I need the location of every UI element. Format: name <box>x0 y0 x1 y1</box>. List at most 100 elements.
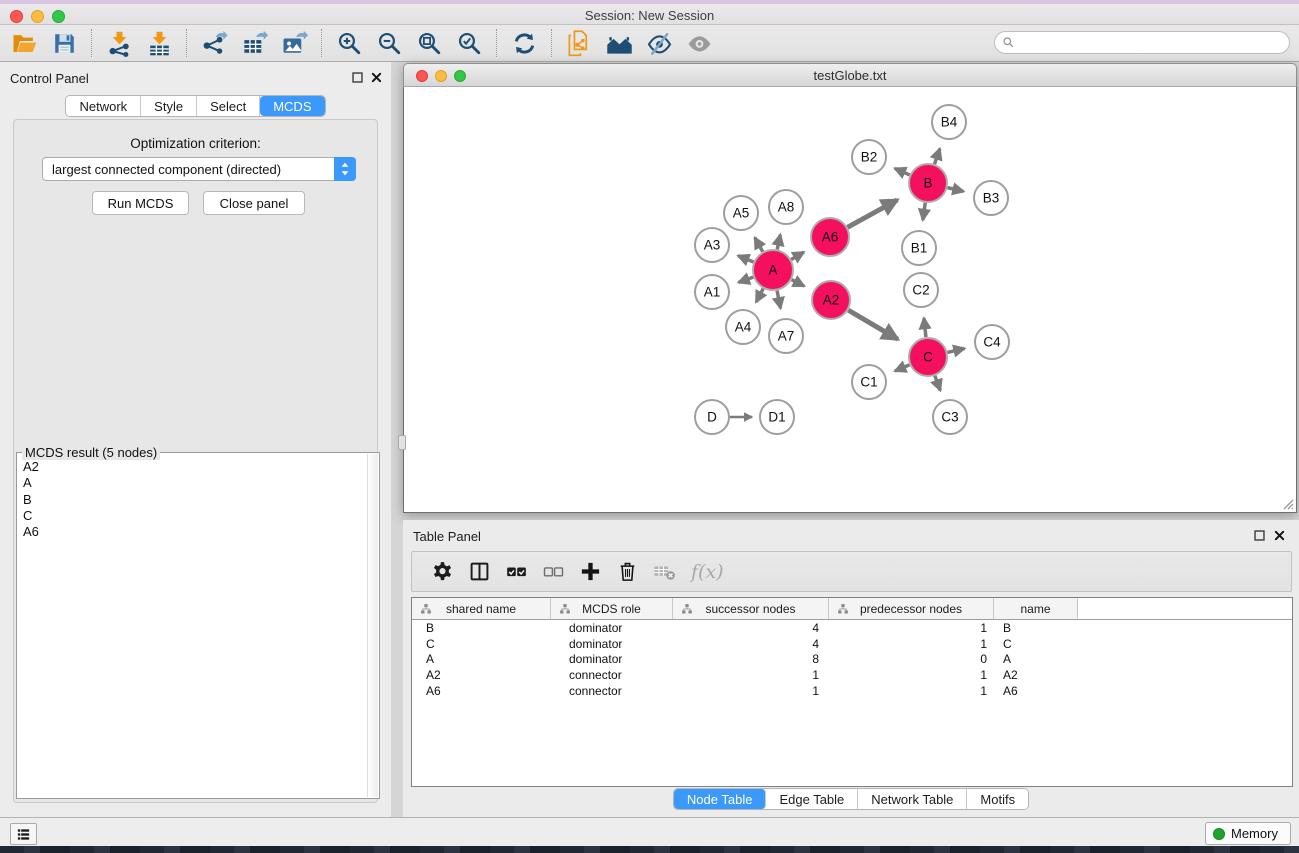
table-cell[interactable]: A2 <box>994 668 1078 682</box>
export-table-button[interactable] <box>234 26 274 60</box>
mcds-result-item[interactable]: A6 <box>19 524 366 540</box>
search-input[interactable] <box>1015 34 1289 52</box>
mcds-result-item[interactable]: B <box>19 492 366 508</box>
table-cell[interactable]: 1 <box>673 684 829 698</box>
tab-motifs[interactable]: Motifs <box>967 789 1028 809</box>
table-cell[interactable]: 1 <box>673 668 829 682</box>
close-table-panel-icon[interactable] <box>1273 529 1286 542</box>
table-cell[interactable]: A <box>994 652 1078 666</box>
columns-button[interactable] <box>461 555 498 589</box>
close-panel-icon[interactable] <box>370 71 383 84</box>
zoom-fit-button[interactable] <box>409 26 449 60</box>
edge-B-B4[interactable] <box>935 149 940 164</box>
table-cell[interactable]: A <box>412 652 551 666</box>
edge-A-A7[interactable] <box>777 291 780 309</box>
table-cell[interactable]: dominator <box>551 652 673 666</box>
table-cell[interactable]: 4 <box>673 621 829 635</box>
select-all-button[interactable] <box>498 555 535 589</box>
table-cell[interactable]: 4 <box>673 637 829 651</box>
tab-network-table[interactable]: Network Table <box>858 789 967 809</box>
table-row[interactable]: A2connector11A2 <box>412 667 1292 683</box>
edge-B-B2[interactable] <box>895 168 910 175</box>
memory-button[interactable]: Memory <box>1205 822 1291 845</box>
zoom-selected-button[interactable] <box>449 26 489 60</box>
edge-B-B3[interactable] <box>947 188 963 192</box>
add-column-button[interactable] <box>572 555 609 589</box>
network-document-button[interactable] <box>559 26 599 60</box>
network-window-titlebar[interactable]: testGlobe.txt <box>403 63 1297 87</box>
tab-network[interactable]: Network <box>66 96 141 116</box>
edge-A-A6[interactable] <box>791 252 804 259</box>
table-cell[interactable]: B <box>994 621 1078 635</box>
edge-A-A4[interactable] <box>756 289 763 302</box>
gear-button[interactable] <box>424 555 461 589</box>
open-folder-button[interactable] <box>4 26 44 60</box>
table-cell[interactable]: dominator <box>551 637 673 651</box>
table-cell[interactable]: 1 <box>829 621 994 635</box>
column-header-MCDS-role[interactable]: MCDS role <box>551 598 673 619</box>
table-cell[interactable]: 1 <box>829 684 994 698</box>
delete-column-button[interactable] <box>609 555 646 589</box>
table-row[interactable]: Bdominator41B <box>412 620 1292 636</box>
export-network-button[interactable] <box>194 26 234 60</box>
edge-C-C2[interactable] <box>924 318 926 337</box>
edge-A-A2[interactable] <box>792 280 805 286</box>
table-row[interactable]: A6connector11A6 <box>412 683 1292 699</box>
table-cell[interactable]: 1 <box>829 668 994 682</box>
panel-splitter-handle[interactable] <box>398 435 406 450</box>
edge-B-B1[interactable] <box>923 203 925 220</box>
table-cell[interactable]: 8 <box>673 652 829 666</box>
edge-C-C3[interactable] <box>935 376 940 391</box>
column-header-successor-nodes[interactable]: successor nodes <box>673 598 829 619</box>
window-resize-grip[interactable] <box>1280 496 1294 510</box>
column-header-shared-name[interactable]: shared name <box>412 598 551 619</box>
tab-mcds[interactable]: MCDS <box>260 96 324 116</box>
tab-style[interactable]: Style <box>141 96 197 116</box>
run-mcds-button[interactable]: Run MCDS <box>92 191 189 215</box>
zoom-in-button[interactable] <box>329 26 369 60</box>
table-cell[interactable]: C <box>994 637 1078 651</box>
tab-select[interactable]: Select <box>197 96 260 116</box>
import-network-button[interactable] <box>99 26 139 60</box>
deselect-all-button[interactable] <box>535 555 572 589</box>
float-panel-icon[interactable] <box>351 71 364 84</box>
tab-node-table[interactable]: Node Table <box>674 789 767 809</box>
table-cell[interactable]: A2 <box>412 668 551 682</box>
search-field[interactable] <box>994 31 1290 54</box>
zoom-out-button[interactable] <box>369 26 409 60</box>
table-row[interactable]: Cdominator41C <box>412 636 1292 652</box>
mcds-result-scrollbar[interactable] <box>367 454 378 797</box>
table-cell[interactable]: connector <box>551 684 673 698</box>
table-row[interactable]: Adominator80A <box>412 651 1292 667</box>
edge-A2-C[interactable] <box>848 310 898 339</box>
edge-C-C1[interactable] <box>895 365 910 371</box>
import-table-button[interactable] <box>139 26 179 60</box>
mcds-result-item[interactable]: A2 <box>19 459 366 475</box>
table-cell[interactable]: 1 <box>829 637 994 651</box>
tab-edge-table[interactable]: Edge Table <box>766 789 858 809</box>
float-table-panel-icon[interactable] <box>1253 529 1266 542</box>
task-history-button[interactable] <box>10 823 37 845</box>
table-cell[interactable]: B <box>412 621 551 635</box>
network-canvas[interactable]: AA6A2BCA5A8A3A1A4A7B4B2B3B1C2C4C1C3DD1 <box>403 87 1297 513</box>
column-header-name[interactable]: name <box>994 598 1078 619</box>
optimization-criterion-dropdown[interactable]: largest connected component (directed) <box>42 157 356 181</box>
refresh-button[interactable] <box>504 26 544 60</box>
mcds-result-item[interactable]: A <box>19 475 366 491</box>
mcds-result-item[interactable]: C <box>19 508 366 524</box>
edge-A-A5[interactable] <box>755 238 763 252</box>
close-panel-button[interactable]: Close panel <box>203 191 305 215</box>
table-cell[interactable]: dominator <box>551 621 673 635</box>
hide-eye-button[interactable] <box>639 26 679 60</box>
edge-A-A3[interactable] <box>738 256 753 262</box>
edge-A6-B[interactable] <box>848 200 898 227</box>
table-cell[interactable]: A6 <box>412 684 551 698</box>
edge-A-A1[interactable] <box>739 277 754 282</box>
table-cell[interactable]: A6 <box>994 684 1078 698</box>
table-cell[interactable]: C <box>412 637 551 651</box>
column-header-predecessor-nodes[interactable]: predecessor nodes <box>829 598 994 619</box>
table-cell[interactable]: 0 <box>829 652 994 666</box>
export-image-button[interactable] <box>274 26 314 60</box>
home-button[interactable] <box>599 26 639 60</box>
save-button[interactable] <box>44 26 84 60</box>
